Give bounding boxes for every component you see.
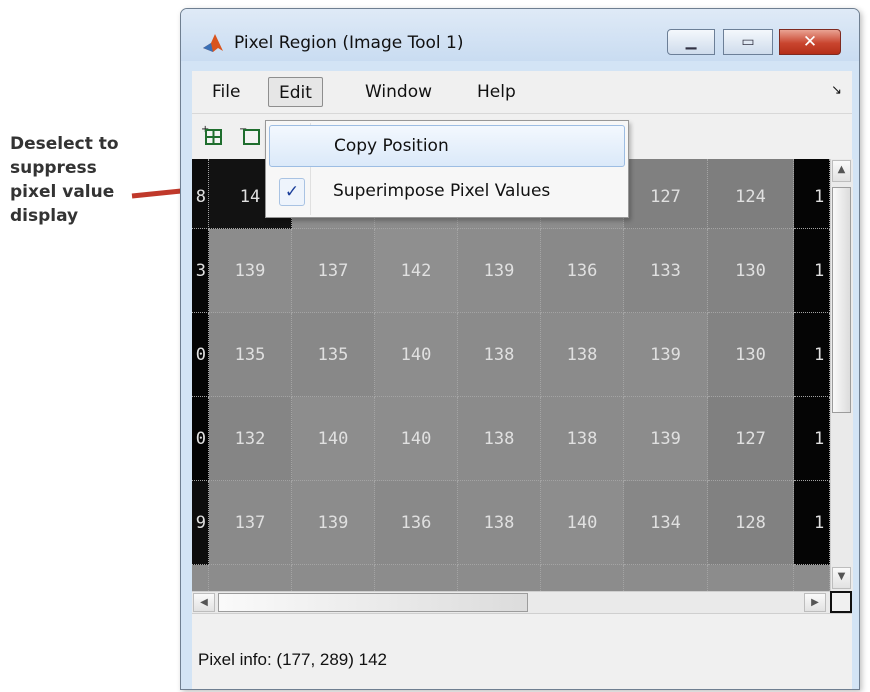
window-title: Pixel Region (Image Tool 1) (234, 33, 464, 53)
pixel-cell: 138 (458, 481, 541, 565)
close-icon: ✕ (802, 32, 818, 52)
pixel-region-window: Pixel Region (Image Tool 1) ▁ ▭ ✕ File E… (180, 8, 860, 690)
pixel-cell: 136 (541, 229, 624, 313)
checkmark-icon: ✓ (279, 178, 305, 206)
scroll-right-button[interactable]: ▶ (804, 593, 826, 612)
menu-file[interactable]: File (202, 77, 250, 107)
pixel-cell: 133 (624, 229, 708, 313)
scroll-down-button[interactable]: ▼ (832, 567, 851, 589)
pixel-cell: 1 (794, 313, 830, 397)
pixel-cell: 127 (624, 159, 708, 229)
minimize-button[interactable]: ▁ (667, 29, 715, 55)
contract-range-icon[interactable]: − (239, 124, 261, 146)
pixel-cell: 142 (375, 229, 458, 313)
pixel-cell: 136 (375, 481, 458, 565)
horizontal-scroll-thumb[interactable] (218, 593, 528, 612)
pixel-cell: 138 (458, 397, 541, 481)
menu-edit[interactable]: Edit (268, 77, 323, 107)
pixel-cell: 135 (292, 313, 375, 397)
pixel-cell (292, 565, 375, 591)
pixel-cell: 134 (624, 481, 708, 565)
pixel-cell: 1 (794, 159, 830, 229)
pixel-cell (458, 565, 541, 591)
pixel-cell: 140 (375, 313, 458, 397)
status-bar: Pixel info: (177, 289) 142 (192, 613, 852, 689)
pixel-cell: 137 (209, 481, 292, 565)
pixel-cell (708, 565, 794, 591)
pixel-cell: 139 (624, 397, 708, 481)
pixel-cell (541, 565, 624, 591)
menu-item-copy-position[interactable]: Copy Position (269, 125, 625, 167)
scroll-left-button[interactable]: ◀ (193, 593, 215, 612)
pixel-cell (375, 565, 458, 591)
pixel-cell: 1 (794, 397, 830, 481)
close-button[interactable]: ✕ (779, 29, 841, 55)
maximize-icon: ▭ (741, 34, 755, 50)
callout-text: Deselect to suppress pixel value display (10, 134, 119, 226)
pixel-cell: 139 (292, 481, 375, 565)
pixel-cell: 138 (458, 313, 541, 397)
pixel-cell: 140 (375, 397, 458, 481)
pixel-cell: 1 (794, 481, 830, 565)
dock-arrow-icon[interactable]: ↘ (831, 83, 842, 98)
horizontal-scrollbar[interactable]: ◀ ▶ (192, 591, 830, 614)
menu-item-superimpose-pixel-values[interactable]: ✓ Superimpose Pixel Values (269, 171, 625, 213)
vertical-scrollbar[interactable]: ▲ ▼ (830, 159, 853, 591)
pixel-cell: 1 (794, 229, 830, 313)
menu-bar: File Edit Window Help ↘ (192, 71, 852, 113)
pixel-cell: 132 (209, 397, 292, 481)
menu-item-label: Copy Position (334, 136, 449, 156)
pixel-cell: 139 (624, 313, 708, 397)
pixel-cell: 8 (192, 159, 209, 229)
pixel-cell: 130 (708, 229, 794, 313)
pixel-region-grid[interactable]: 8 14 127 124 1 3 139 137 142 139 136 133 130 1 0 135 135… (192, 159, 830, 591)
pixel-cell (209, 565, 292, 591)
pixel-cell: 138 (541, 397, 624, 481)
edit-menu-dropdown: Copy Position ✓ Superimpose Pixel Values (265, 120, 629, 218)
pixel-cell (794, 565, 830, 591)
pixel-cell: 0 (192, 313, 209, 397)
menu-help[interactable]: Help (467, 77, 526, 107)
pixel-cell (624, 565, 708, 591)
pixel-cell: 130 (708, 313, 794, 397)
pixel-cell: 139 (458, 229, 541, 313)
pixel-cell: 140 (292, 397, 375, 481)
minimize-icon: ▁ (685, 34, 697, 50)
pixel-cell: 137 (292, 229, 375, 313)
pixel-cell: 135 (209, 313, 292, 397)
pixel-cell: 128 (708, 481, 794, 565)
pixel-cell: 140 (541, 481, 624, 565)
pixel-cell: 139 (209, 229, 292, 313)
pixel-cell: 124 (708, 159, 794, 229)
menu-item-label: Superimpose Pixel Values (333, 181, 551, 201)
pixel-cell: 127 (708, 397, 794, 481)
pixel-cell: 0 (192, 397, 209, 481)
pixel-cell: 138 (541, 313, 624, 397)
expand-range-icon[interactable]: + (201, 124, 223, 146)
scroll-up-button[interactable]: ▲ (832, 160, 851, 182)
title-bar: Pixel Region (Image Tool 1) ▁ ▭ ✕ (181, 9, 859, 61)
matlab-icon (203, 34, 223, 52)
vertical-scroll-thumb[interactable] (832, 187, 851, 413)
size-grip (830, 591, 852, 613)
pixel-cell: 9 (192, 481, 209, 565)
pixel-cell (192, 565, 209, 591)
pixel-info-text: Pixel info: (177, 289) 142 (198, 650, 388, 669)
menu-window[interactable]: Window (355, 77, 442, 107)
maximize-button[interactable]: ▭ (723, 29, 773, 55)
pixel-cell: 3 (192, 229, 209, 313)
